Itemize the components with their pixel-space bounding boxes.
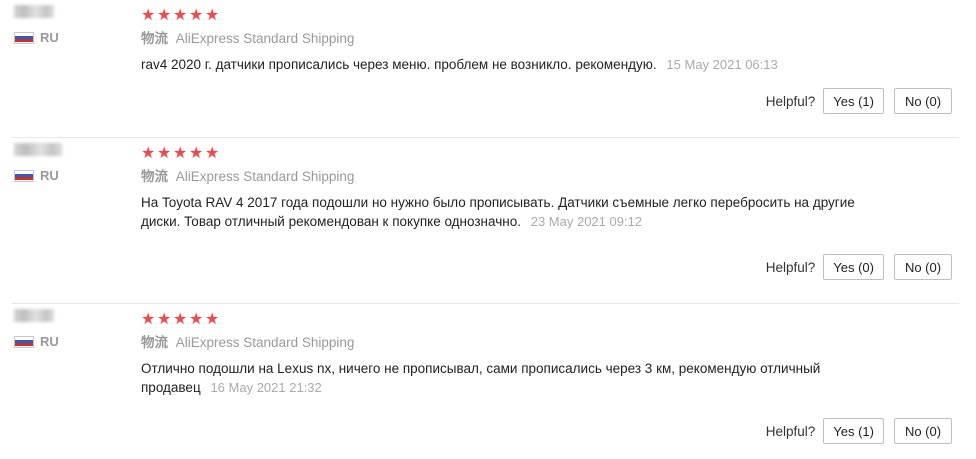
- reviewer-info: RU: [14, 309, 124, 349]
- helpful-no-button[interactable]: No (0): [894, 418, 952, 444]
- star-icon: ★: [189, 145, 204, 162]
- star-icon: ★: [173, 145, 188, 162]
- review-text-block: Отлично подошли на Lexus nx, ничего не п…: [141, 359, 861, 397]
- helpful-label: Helpful?: [765, 93, 816, 109]
- reviewer-country: RU: [14, 168, 124, 183]
- review-text-block: На Toyota RAV 4 2017 года подошли но нуж…: [141, 193, 861, 231]
- review-date: 16 May 2021 21:32: [210, 380, 322, 395]
- shipping-name: AliExpress Standard Shipping: [175, 335, 355, 350]
- star-icon: ★: [189, 7, 204, 24]
- star-icon: ★: [173, 7, 188, 24]
- helpful-no-button[interactable]: No (0): [894, 254, 952, 280]
- star-icon: ★: [189, 311, 204, 328]
- star-icon: ★: [141, 145, 156, 162]
- review-text-block: rav4 2020 г. датчики прописались через м…: [141, 55, 861, 74]
- country-code: RU: [40, 30, 59, 45]
- shipping-prefix: 物流: [141, 169, 168, 184]
- star-icon: ★: [205, 7, 220, 24]
- shipping-prefix: 物流: [141, 335, 168, 350]
- helpful-yes-button[interactable]: Yes (0): [823, 254, 884, 280]
- shipping-name: AliExpress Standard Shipping: [175, 169, 355, 184]
- review-text: rav4 2020 г. датчики прописались через м…: [141, 57, 657, 72]
- shipping-method: 物流 AliExpress Standard Shipping: [141, 30, 861, 48]
- star-icon: ★: [205, 311, 220, 328]
- star-rating: ★ ★ ★ ★ ★: [141, 145, 861, 163]
- review-item: RU ★ ★ ★ ★ ★ 物流 AliExpress Standard Ship…: [0, 138, 976, 303]
- reviewer-info: RU: [14, 5, 124, 45]
- helpful-voting: Helpful? Yes (1) No (0): [766, 88, 952, 114]
- review-date: 15 May 2021 06:13: [666, 57, 778, 72]
- reviewer-country: RU: [14, 334, 124, 349]
- shipping-method: 物流 AliExpress Standard Shipping: [141, 168, 861, 186]
- helpful-voting: Helpful? Yes (1) No (0): [766, 418, 952, 444]
- review-text: На Toyota RAV 4 2017 года подошли но нуж…: [141, 195, 855, 229]
- country-code: RU: [40, 168, 59, 183]
- shipping-prefix: 物流: [141, 31, 168, 46]
- review-item: RU ★ ★ ★ ★ ★ 物流 AliExpress Standard Ship…: [0, 304, 976, 459]
- helpful-label: Helpful?: [765, 423, 816, 439]
- star-icon: ★: [173, 311, 188, 328]
- reviewer-name-blurred: [14, 5, 54, 18]
- helpful-no-button[interactable]: No (0): [894, 88, 952, 114]
- country-code: RU: [40, 334, 59, 349]
- review-content: ★ ★ ★ ★ ★ 物流 AliExpress Standard Shippin…: [141, 145, 861, 231]
- star-icon: ★: [141, 7, 156, 24]
- russia-flag-icon: [14, 335, 34, 348]
- reviewer-name-blurred: [14, 309, 54, 322]
- shipping-method: 物流 AliExpress Standard Shipping: [141, 334, 861, 352]
- helpful-yes-button[interactable]: Yes (1): [823, 88, 884, 114]
- russia-flag-icon: [14, 169, 34, 182]
- helpful-label: Helpful?: [765, 259, 816, 275]
- star-rating: ★ ★ ★ ★ ★: [141, 311, 861, 329]
- reviews-list: RU ★ ★ ★ ★ ★ 物流 AliExpress Standard Ship…: [0, 0, 976, 459]
- reviewer-country: RU: [14, 30, 124, 45]
- star-icon: ★: [157, 311, 172, 328]
- star-icon: ★: [157, 7, 172, 24]
- star-rating: ★ ★ ★ ★ ★: [141, 7, 861, 25]
- review-content: ★ ★ ★ ★ ★ 物流 AliExpress Standard Shippin…: [141, 311, 861, 397]
- review-content: ★ ★ ★ ★ ★ 物流 AliExpress Standard Shippin…: [141, 7, 861, 74]
- review-item: RU ★ ★ ★ ★ ★ 物流 AliExpress Standard Ship…: [0, 0, 976, 137]
- russia-flag-icon: [14, 31, 34, 44]
- star-icon: ★: [157, 145, 172, 162]
- review-date: 23 May 2021 09:12: [530, 214, 643, 229]
- reviewer-info: RU: [14, 143, 124, 183]
- star-icon: ★: [141, 311, 156, 328]
- helpful-yes-button[interactable]: Yes (1): [823, 418, 884, 444]
- helpful-voting: Helpful? Yes (0) No (0): [766, 254, 952, 280]
- reviewer-name-blurred: [14, 143, 62, 156]
- star-icon: ★: [205, 145, 220, 162]
- shipping-name: AliExpress Standard Shipping: [175, 31, 355, 46]
